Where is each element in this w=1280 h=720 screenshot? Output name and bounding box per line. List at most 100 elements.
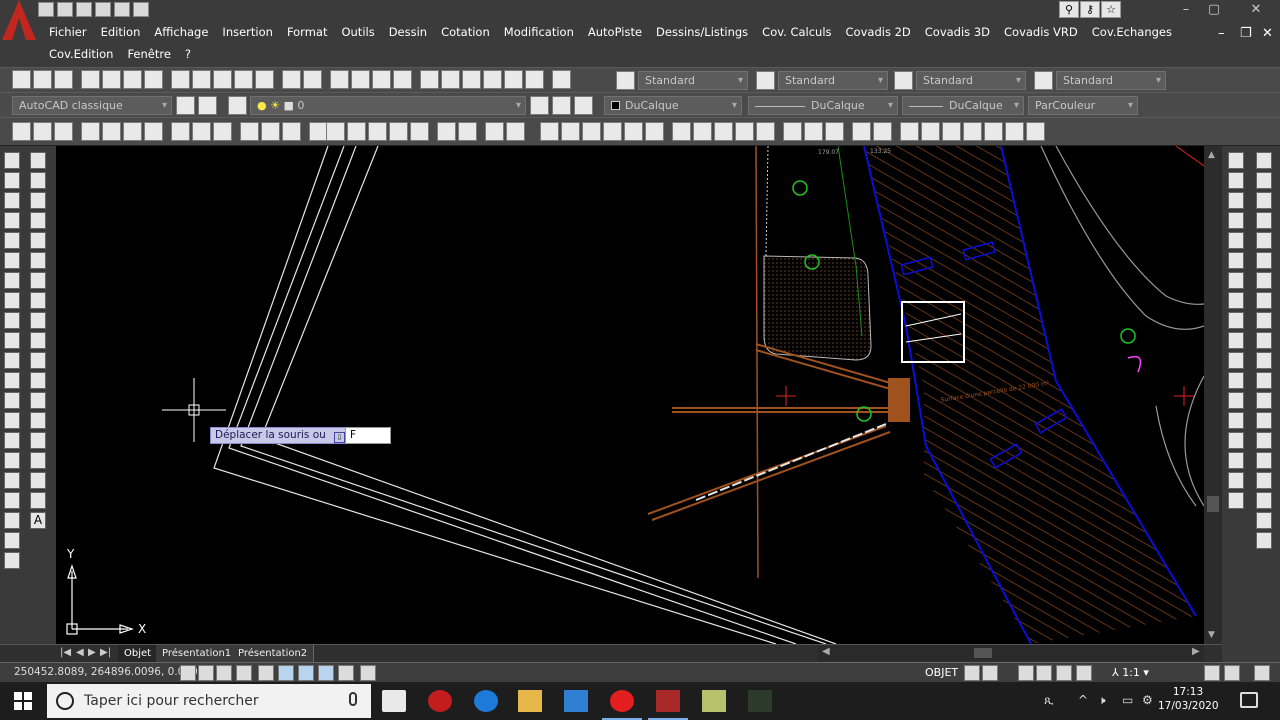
- menu-covadis-3d[interactable]: Covadis 3D: [918, 25, 997, 39]
- revision-cloud-icon[interactable]: [30, 292, 46, 309]
- menu-autopiste[interactable]: AutoPiste: [581, 25, 649, 39]
- snap-from-icon[interactable]: [1228, 172, 1244, 189]
- text-style-icon[interactable]: [616, 71, 635, 90]
- dim-angle-side-icon[interactable]: [4, 292, 20, 309]
- cut-icon[interactable]: [171, 70, 190, 89]
- cov-tool-14-icon[interactable]: [825, 122, 844, 141]
- cov-tool-6-icon[interactable]: [645, 122, 664, 141]
- drawing-area[interactable]: 179.07 133.25 Surface d'une parcelle de …: [56, 146, 1204, 644]
- center-mark-side-icon[interactable]: [4, 432, 20, 449]
- notes-app-icon[interactable]: [702, 690, 726, 712]
- dim-aligned-icon[interactable]: [33, 122, 52, 141]
- menu-fenetre[interactable]: Fenêtre: [120, 47, 177, 61]
- cov-tool-12-icon[interactable]: [783, 122, 802, 141]
- tab-presentation1[interactable]: Présentation1: [156, 645, 239, 662]
- layout-icon[interactable]: [964, 665, 980, 681]
- taskbar-search-box[interactable]: Taper ici pour rechercher: [47, 684, 371, 718]
- open-file-icon[interactable]: [33, 70, 52, 89]
- zoom-all-icon[interactable]: [485, 122, 504, 141]
- cov-tool-17-icon[interactable]: [900, 122, 919, 141]
- dim-arc-side-icon[interactable]: [4, 192, 20, 209]
- layer-select[interactable]: ● ☀ ■ 0: [250, 96, 526, 115]
- zoom-previous-icon[interactable]: [393, 70, 412, 89]
- horizontal-scroll-thumb[interactable]: [974, 648, 992, 658]
- dynamic-input-icon[interactable]: [338, 665, 354, 681]
- calculator-icon[interactable]: [525, 70, 544, 89]
- dim-linear-side-icon[interactable]: [4, 152, 20, 169]
- zoom-scale-icon[interactable]: [368, 122, 387, 141]
- construction-line-icon[interactable]: [30, 172, 46, 189]
- file-explorer-icon[interactable]: [518, 690, 542, 712]
- space-mode-label[interactable]: OBJET: [925, 666, 958, 679]
- menu-covadis-2d[interactable]: Covadis 2D: [839, 25, 918, 39]
- make-block-icon[interactable]: [30, 392, 46, 409]
- scroll-down-icon[interactable]: ▼: [1208, 630, 1215, 640]
- edit-poly-icon[interactable]: [1256, 532, 1272, 549]
- battery-icon[interactable]: ▭: [1122, 693, 1133, 707]
- people-icon[interactable]: ጺ: [1044, 693, 1054, 708]
- workspace-save-icon[interactable]: [198, 96, 217, 115]
- join-icon[interactable]: [1256, 412, 1272, 429]
- dynamic-ucs-icon[interactable]: [318, 665, 334, 681]
- linetype-select[interactable]: DuCalque: [748, 96, 898, 115]
- zoom-object-icon[interactable]: [410, 122, 429, 141]
- dim-space-side-icon[interactable]: [4, 372, 20, 389]
- lock-ui-icon[interactable]: [1224, 665, 1240, 681]
- quick-view-icon[interactable]: [982, 665, 998, 681]
- doc-minimize-button[interactable]: –: [1218, 26, 1225, 41]
- scale-icon[interactable]: [1256, 292, 1272, 309]
- explode-icon[interactable]: [1256, 492, 1272, 509]
- tolerance-side-icon[interactable]: [4, 412, 20, 429]
- snap-apparent-icon[interactable]: [1228, 252, 1244, 269]
- menu-cov-echanges[interactable]: Cov.Echanges: [1085, 25, 1179, 39]
- jog-line-side-icon[interactable]: [4, 472, 20, 489]
- save-icon[interactable]: [76, 2, 92, 17]
- menu-affichage[interactable]: Affichage: [147, 25, 215, 39]
- cov-tool-16-icon[interactable]: [873, 122, 892, 141]
- dim-arc-icon[interactable]: [54, 122, 73, 141]
- table-icon[interactable]: [30, 492, 46, 509]
- ortho-icon[interactable]: [236, 665, 252, 681]
- cov-tool-23-icon[interactable]: [1026, 122, 1045, 141]
- redo-arrow-icon[interactable]: [303, 70, 322, 89]
- preview-icon[interactable]: [102, 70, 121, 89]
- menu-fichier[interactable]: Fichier: [42, 25, 94, 39]
- snap-intersection-icon[interactable]: [1228, 232, 1244, 249]
- text-style-select[interactable]: Standard: [638, 71, 748, 90]
- dim-edit-side-icon[interactable]: [4, 492, 20, 509]
- polygon-icon[interactable]: [30, 212, 46, 229]
- ellipse-arc-icon[interactable]: [30, 352, 46, 369]
- publish-icon[interactable]: [123, 70, 142, 89]
- dim-diameter-side-icon[interactable]: [4, 272, 20, 289]
- dim-ordinate-side-icon[interactable]: [4, 212, 20, 229]
- undo-icon[interactable]: [114, 2, 130, 17]
- menu-dessins-listings[interactable]: Dessins/Listings: [649, 25, 755, 39]
- network-icon[interactable]: ⚙: [1142, 693, 1153, 707]
- menu-help[interactable]: ?: [178, 47, 198, 61]
- cov-tool-8-icon[interactable]: [693, 122, 712, 141]
- multiline-text-icon[interactable]: A: [30, 512, 46, 529]
- fillet-icon[interactable]: [1256, 452, 1272, 469]
- grid-icon[interactable]: [198, 665, 214, 681]
- zoom-window-icon[interactable]: [372, 70, 391, 89]
- layer-previous-icon[interactable]: [552, 96, 571, 115]
- search-icon[interactable]: ⚲: [1059, 1, 1079, 18]
- store-app-icon[interactable]: [382, 690, 406, 712]
- block-editor-icon[interactable]: [255, 70, 274, 89]
- trim-icon[interactable]: [1256, 332, 1272, 349]
- snap-mode-icon[interactable]: [216, 665, 232, 681]
- print-icon[interactable]: [95, 2, 111, 17]
- tray-chevron-icon[interactable]: ^: [1078, 693, 1088, 707]
- coordinates-readout[interactable]: 250452.8089, 264896.0096, 0.0000: [14, 666, 204, 678]
- arc-icon[interactable]: [30, 252, 46, 269]
- menu-edition[interactable]: Edition: [94, 25, 148, 39]
- mail-app-icon[interactable]: [564, 690, 588, 712]
- cov-tool-5-icon[interactable]: [624, 122, 643, 141]
- volume-icon[interactable]: 🕨: [1098, 693, 1106, 708]
- menu-outils[interactable]: Outils: [334, 25, 381, 39]
- redo-icon[interactable]: [133, 2, 149, 17]
- snap-perpendicular-icon[interactable]: [1228, 352, 1244, 369]
- menu-dessin[interactable]: Dessin: [382, 25, 434, 39]
- break-icon[interactable]: [1256, 392, 1272, 409]
- autocad-app-icon[interactable]: [648, 690, 688, 720]
